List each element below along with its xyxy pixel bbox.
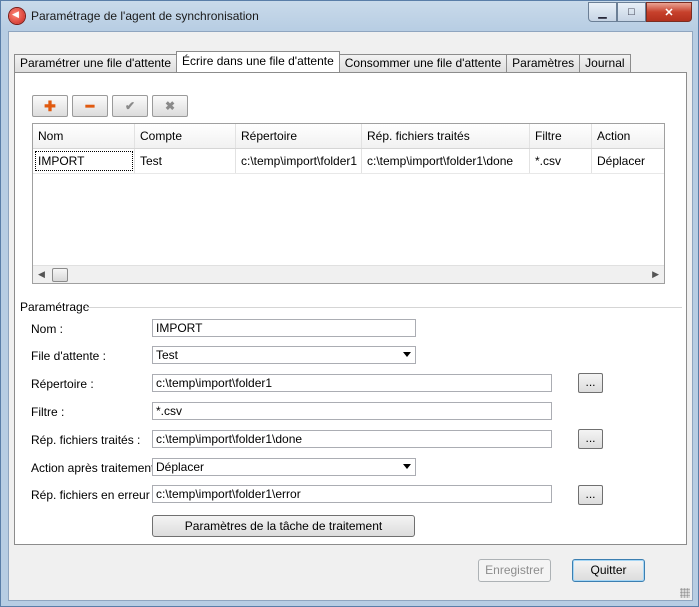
processed-directory-label: Rép. fichiers traités : [31, 433, 141, 447]
cell-account[interactable]: Test [135, 149, 236, 173]
scroll-thumb[interactable] [52, 268, 68, 282]
action-select-value: Déplacer [156, 460, 205, 474]
cross-icon: ✖ [164, 99, 176, 113]
remove-button[interactable]: ━ [72, 95, 108, 117]
grid-toolbar: ✚ ━ ✔ ✖ [32, 95, 192, 117]
directory-input[interactable]: c:\temp\import\folder1 [152, 374, 552, 392]
quit-button[interactable]: Quitter [572, 559, 645, 582]
window-title: Paramétrage de l'agent de synchronisatio… [31, 9, 259, 23]
action-label: Action après traitement : [31, 461, 162, 475]
cell-directory[interactable]: c:\temp\import\folder1 [236, 149, 362, 173]
title-bar[interactable]: Paramétrage de l'agent de synchronisatio… [1, 1, 698, 31]
save-button[interactable]: Enregistrer [478, 559, 551, 582]
column-header-name[interactable]: Nom [33, 124, 135, 148]
cell-filter[interactable]: *.csv [530, 149, 592, 173]
cancel-edit-button[interactable]: ✖ [152, 95, 188, 117]
chevron-down-icon [403, 464, 411, 469]
settings-group-divider [85, 307, 682, 308]
browse-directory-button[interactable]: ... [578, 373, 603, 393]
cell-processed-directory[interactable]: c:\temp\import\folder1\done [362, 149, 530, 173]
minus-icon: ━ [85, 97, 95, 114]
name-input[interactable]: IMPORT [152, 319, 416, 337]
error-directory-input[interactable]: c:\temp\import\folder1\error [152, 485, 552, 503]
queue-select[interactable]: Test [152, 346, 416, 364]
tab-write-queue[interactable]: Écrire dans une file d'attente [176, 51, 340, 72]
tab-panel-write-queue: ✚ ━ ✔ ✖ Nom Compte Répertoire Rép. fichi… [14, 72, 687, 545]
processing-task-settings-button[interactable]: Paramètres de la tâche de traitement [152, 515, 415, 537]
minimize-icon: ▁ [598, 6, 607, 19]
horizontal-scrollbar[interactable]: ◀ ▶ [33, 265, 664, 283]
plus-icon: ✚ [44, 97, 56, 114]
close-button[interactable]: ✕ [646, 2, 692, 22]
app-window: Paramétrage de l'agent de synchronisatio… [0, 0, 699, 607]
table-row[interactable]: IMPORT Test c:\temp\import\folder1 c:\te… [33, 149, 664, 174]
grid-header: Nom Compte Répertoire Rép. fichiers trai… [33, 124, 664, 149]
write-queue-grid: Nom Compte Répertoire Rép. fichiers trai… [32, 123, 665, 284]
column-header-account[interactable]: Compte [135, 124, 236, 148]
tab-configure-queue[interactable]: Paramétrer une file d'attente [14, 54, 178, 72]
tab-settings[interactable]: Paramètres [506, 54, 581, 72]
checkmark-icon: ✔ [124, 99, 136, 113]
processed-directory-input[interactable]: c:\temp\import\folder1\done [152, 430, 552, 448]
app-logo-icon [9, 8, 25, 24]
maximize-icon: □ [628, 6, 635, 18]
scroll-left-icon[interactable]: ◀ [38, 269, 45, 280]
directory-label: Répertoire : [31, 377, 94, 391]
queue-label: File d'attente : [31, 349, 106, 363]
settings-group-label: Paramétrage [20, 300, 94, 314]
cell-name[interactable]: IMPORT [33, 149, 135, 173]
maximize-button[interactable]: □ [617, 2, 646, 22]
queue-select-value: Test [156, 348, 179, 362]
tab-log[interactable]: Journal [579, 54, 631, 72]
name-label: Nom : [31, 322, 64, 336]
validate-button[interactable]: ✔ [112, 95, 148, 117]
tab-strip: Paramétrer une file d'attente Écrire dan… [14, 51, 631, 72]
minimize-button[interactable]: ▁ [588, 2, 617, 22]
column-header-directory[interactable]: Répertoire [236, 124, 362, 148]
filter-label: Filtre : [31, 405, 65, 419]
add-button[interactable]: ✚ [32, 95, 68, 117]
column-header-filter[interactable]: Filtre [530, 124, 592, 148]
window-controls: ▁ □ ✕ [588, 2, 692, 22]
scroll-right-icon[interactable]: ▶ [652, 269, 659, 280]
close-icon: ✕ [664, 6, 674, 19]
browse-processed-button[interactable]: ... [578, 429, 603, 449]
resize-grip[interactable] [680, 588, 690, 598]
column-header-processed-directory[interactable]: Rép. fichiers traités [362, 124, 530, 148]
filter-input[interactable]: *.csv [152, 402, 552, 420]
client-area: Paramétrer une file d'attente Écrire dan… [8, 31, 693, 601]
column-header-action[interactable]: Action [592, 124, 664, 148]
tab-consume-queue[interactable]: Consommer une file d'attente [338, 54, 508, 72]
error-directory-label: Rép. fichiers en erreur : [31, 488, 157, 502]
action-select[interactable]: Déplacer [152, 458, 416, 476]
cell-action[interactable]: Déplacer [592, 149, 664, 173]
browse-error-button[interactable]: ... [578, 485, 603, 505]
chevron-down-icon [403, 352, 411, 357]
